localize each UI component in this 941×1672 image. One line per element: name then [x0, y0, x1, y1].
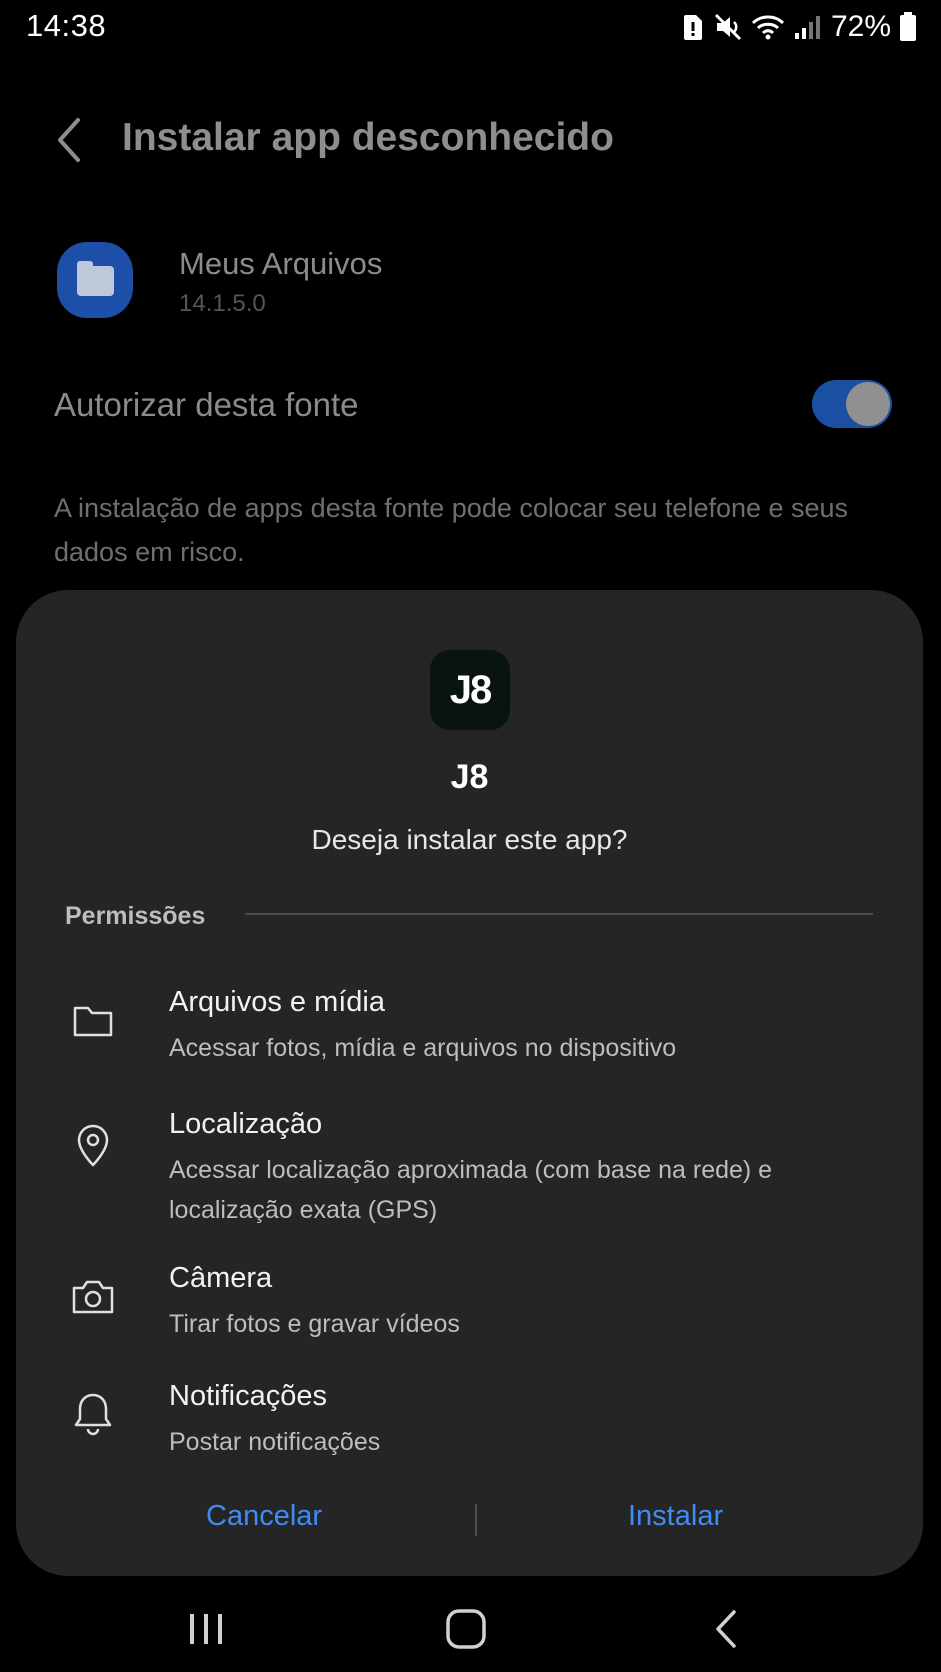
j8-app-icon: J8 — [430, 650, 510, 730]
permission-description: Tirar fotos e gravar vídeos — [169, 1310, 460, 1338]
bell-icon — [74, 1393, 112, 1436]
camera-icon — [72, 1280, 114, 1314]
dialog-app-name: J8 — [450, 758, 489, 796]
permission-title: Câmera — [169, 1262, 273, 1294]
folder-icon — [73, 1006, 113, 1037]
app-icon-text: J8 — [449, 667, 492, 712]
back-arrow-icon[interactable] — [50, 112, 94, 168]
recent-apps-icon[interactable] — [176, 1604, 236, 1654]
navigation-bar — [0, 1580, 941, 1672]
cancel-button[interactable]: Cancelar — [206, 1500, 322, 1533]
install-question: Deseja instalar este app? — [311, 824, 628, 855]
permission-description: Acessar fotos, mídia e arquivos no dispo… — [169, 1034, 677, 1062]
permissions-divider — [245, 913, 873, 915]
back-icon[interactable] — [696, 1604, 756, 1654]
home-icon[interactable] — [436, 1604, 496, 1654]
permissions-header: Permissões — [65, 902, 206, 930]
page-title: Instalar app desconhecido — [122, 116, 614, 159]
permission-title: Localização — [169, 1108, 323, 1140]
toggle-knob — [846, 382, 890, 426]
install-button[interactable]: Instalar — [628, 1500, 723, 1533]
app-version: 14.1.5.0 — [179, 290, 266, 317]
dialog-buttons: Cancelar Instalar — [16, 1490, 923, 1550]
folder-app-icon — [57, 242, 133, 318]
permission-description: Postar notificações — [169, 1428, 381, 1456]
install-dialog: J8 J8 Deseja instalar este app? Permissõ… — [16, 590, 923, 1576]
location-pin-icon — [77, 1124, 109, 1167]
allow-source-toggle[interactable] — [812, 380, 892, 428]
app-name: Meus Arquivos — [179, 246, 383, 281]
risk-warning: A instalação de apps desta fonte pode co… — [54, 493, 849, 567]
permission-description: Acessar localização aproximada (com base… — [169, 1156, 773, 1224]
permission-title: Arquivos e mídia — [169, 986, 385, 1018]
permission-title: Notificações — [169, 1380, 327, 1412]
button-divider — [475, 1504, 477, 1536]
allow-source-label: Autorizar desta fonte — [54, 386, 359, 423]
